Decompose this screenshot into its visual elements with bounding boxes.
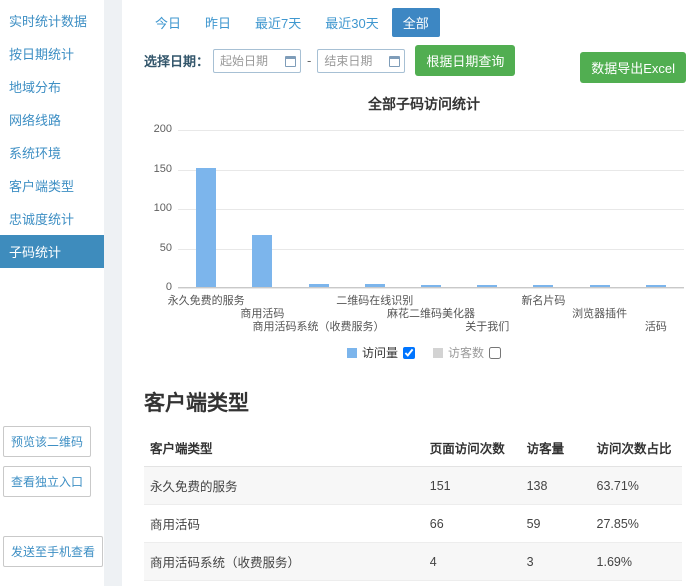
x-axis-category-label: 新名片码 <box>521 292 565 308</box>
range-tab[interactable]: 最近7天 <box>244 8 312 37</box>
query-by-date-button[interactable]: 根据日期查询 <box>415 45 515 76</box>
table-cell: 4 <box>424 581 521 586</box>
date-filter-label: 选择日期： <box>144 51 209 70</box>
y-axis-tick-label: 200 <box>144 123 172 135</box>
sidebar-item[interactable]: 网络线路 <box>0 103 104 136</box>
chart-gridline <box>178 130 684 131</box>
legend-swatch-icon <box>347 348 357 358</box>
table-row: 商用活码系统（收费服务）431.69% <box>144 543 682 581</box>
start-date-input[interactable] <box>213 49 301 73</box>
y-axis-tick-label: 100 <box>144 202 172 214</box>
table-header-cell: 访客量 <box>521 429 591 467</box>
chart-bar[interactable] <box>421 285 441 287</box>
chart: 050100150200 永久免费的服务商用活码商用活码系统（收费服务）二维码在… <box>144 130 684 340</box>
legend-item[interactable]: 访客数 <box>433 344 501 361</box>
chart-plot <box>178 130 684 288</box>
end-date-input[interactable] <box>317 49 405 73</box>
table-row: 永久免费的服务15113863.71% <box>144 467 682 505</box>
y-axis-tick-label: 150 <box>144 163 172 175</box>
table-cell: 二维码在线识别 <box>144 581 424 586</box>
client-table-head-row: 客户端类型页面访问次数访客量访问次数占比 <box>144 429 682 467</box>
table-cell: 63.71% <box>591 467 682 505</box>
sidebar-item[interactable]: 忠诚度统计 <box>0 202 104 235</box>
chart-area: 050100150200 <box>144 130 684 288</box>
legend-checkbox[interactable] <box>403 347 415 359</box>
x-axis-category-label: 关于我们 <box>465 318 509 334</box>
chart-bar[interactable] <box>646 285 666 287</box>
chart-gridline <box>178 209 684 210</box>
end-date-wrap <box>317 49 405 73</box>
chart-gridline <box>178 170 684 171</box>
sidebar-item[interactable]: 客户端类型 <box>0 169 104 202</box>
start-date-wrap <box>213 49 301 73</box>
table-cell: 商用活码 <box>144 505 424 543</box>
range-tab[interactable]: 昨日 <box>194 8 242 37</box>
range-tabs: 今日昨日最近7天最近30天全部 <box>144 8 688 37</box>
chart-bar[interactable] <box>590 285 610 287</box>
legend-label: 访客数 <box>448 344 484 361</box>
main-panel: 今日昨日最近7天最近30天全部 选择日期： - 根据日期查询 数据导出Excel… <box>122 0 700 586</box>
legend-item[interactable]: 访问量 <box>347 344 415 361</box>
sidebar-item[interactable]: 系统环境 <box>0 136 104 169</box>
table-cell: 3 <box>521 581 591 586</box>
sidebar-action-button[interactable]: 查看独立入口 <box>3 466 91 497</box>
table-header-cell: 客户端类型 <box>144 429 424 467</box>
sidebar-item[interactable]: 按日期统计 <box>0 37 104 70</box>
table-cell: 1.69% <box>591 543 682 581</box>
table-row: 商用活码665927.85% <box>144 505 682 543</box>
table-cell: 1.69% <box>591 581 682 586</box>
chart-bar[interactable] <box>365 284 385 287</box>
sidebar: 实时统计数据按日期统计地域分布网络线路系统环境客户端类型忠诚度统计子码统计 预览… <box>0 0 104 586</box>
table-cell: 138 <box>521 467 591 505</box>
table-cell: 27.85% <box>591 505 682 543</box>
chart-bar[interactable] <box>252 235 272 287</box>
chart-xlabels: 永久免费的服务商用活码商用活码系统（收费服务）二维码在线识别麻花二维码美化器关于… <box>178 292 684 336</box>
sidebar-menu: 实时统计数据按日期统计地域分布网络线路系统环境客户端类型忠诚度统计子码统计 <box>0 0 104 268</box>
x-axis-category-label: 活码 <box>645 318 667 334</box>
x-axis-category-label: 永久免费的服务 <box>168 292 245 308</box>
chart-gridline <box>178 288 684 289</box>
table-cell: 4 <box>424 543 521 581</box>
client-type-table: 客户端类型页面访问次数访客量访问次数占比 永久免费的服务15113863.71%… <box>144 429 682 586</box>
chart-legend: 访问量 访客数 <box>144 344 700 361</box>
chart-bar[interactable] <box>196 168 216 287</box>
range-tab[interactable]: 全部 <box>392 8 440 37</box>
table-cell: 3 <box>521 543 591 581</box>
table-cell: 商用活码系统（收费服务） <box>144 543 424 581</box>
export-excel-button[interactable]: 数据导出Excel <box>580 52 686 83</box>
table-row: 二维码在线识别431.69% <box>144 581 682 586</box>
table-header-cell: 访问次数占比 <box>591 429 682 467</box>
x-axis-category-label: 浏览器插件 <box>572 305 627 321</box>
table-cell: 59 <box>521 505 591 543</box>
chart-bar[interactable] <box>477 285 497 287</box>
x-axis-category-label: 麻花二维码美化器 <box>387 305 475 321</box>
chart-title: 全部子码访问统计 <box>144 94 700 114</box>
x-axis-category-label: 商用活码系统（收费服务） <box>253 318 385 334</box>
legend-checkbox[interactable] <box>489 347 501 359</box>
client-type-section-title: 客户端类型 <box>144 387 688 417</box>
app-root: 实时统计数据按日期统计地域分布网络线路系统环境客户端类型忠诚度统计子码统计 预览… <box>0 0 700 586</box>
chart-bar[interactable] <box>309 284 329 287</box>
client-table-body: 永久免费的服务15113863.71%商用活码665927.85%商用活码系统（… <box>144 467 682 586</box>
table-cell: 66 <box>424 505 521 543</box>
date-range-separator: - <box>307 53 311 68</box>
sidebar-action-button[interactable]: 发送至手机查看 <box>3 536 103 567</box>
table-cell: 永久免费的服务 <box>144 467 424 505</box>
legend-label: 访问量 <box>362 344 398 361</box>
table-header-cell: 页面访问次数 <box>424 429 521 467</box>
sidebar-actions: 预览该二维码查看独立入口发送至手机查看 <box>0 426 104 576</box>
sidebar-item[interactable]: 子码统计 <box>0 235 104 268</box>
sidebar-action-button[interactable]: 预览该二维码 <box>3 426 91 457</box>
y-axis-tick-label: 50 <box>144 242 172 254</box>
range-tab[interactable]: 今日 <box>144 8 192 37</box>
table-cell: 151 <box>424 467 521 505</box>
chart-bar[interactable] <box>533 285 553 287</box>
sidebar-item[interactable]: 地域分布 <box>0 70 104 103</box>
sidebar-item[interactable]: 实时统计数据 <box>0 4 104 37</box>
range-tab[interactable]: 最近30天 <box>314 8 389 37</box>
legend-swatch-icon <box>433 348 443 358</box>
